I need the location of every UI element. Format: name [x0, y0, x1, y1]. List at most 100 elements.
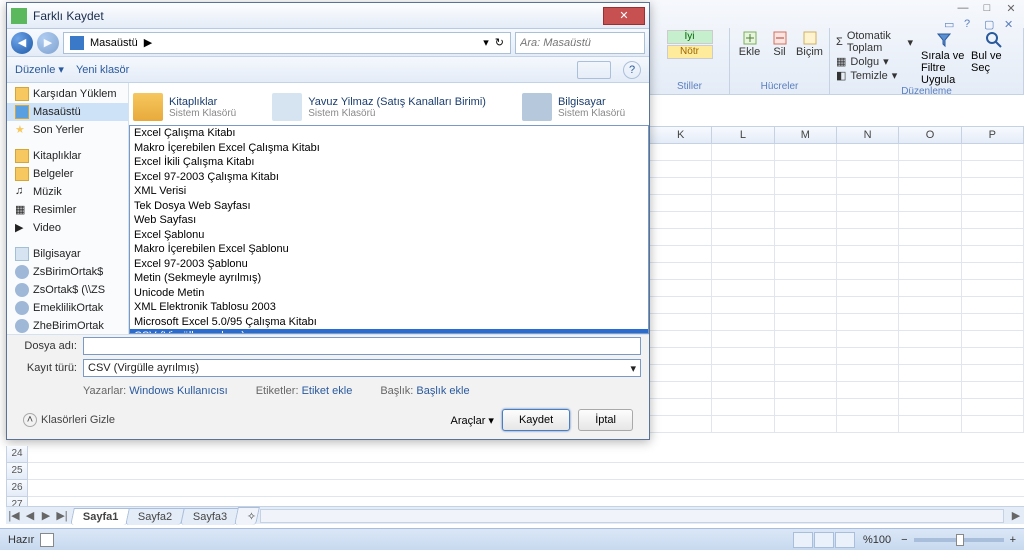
dialog-titlebar[interactable]: Farklı Kaydet ✕ — [7, 3, 649, 29]
tab-scroll-first[interactable]: |◀ — [6, 508, 22, 524]
horizontal-scrollbar[interactable] — [260, 509, 1004, 523]
dialog-bottom-panel: Dosya adı: Kayıt türü: CSV (Virgülle ayr… — [7, 334, 649, 439]
tab-scroll-next[interactable]: ▶ — [38, 508, 54, 524]
search-input[interactable] — [515, 32, 645, 54]
sidebar-item-downloads[interactable]: Karşıdan Yüklem — [7, 85, 128, 103]
view-normal-button[interactable] — [793, 532, 813, 548]
col-O[interactable]: O — [899, 127, 961, 143]
col-L[interactable]: L — [712, 127, 774, 143]
cat-libraries[interactable]: KitaplıklarSistem Klasörü — [133, 89, 236, 125]
filetype-select[interactable]: CSV (Virgülle ayrılmış)▾ — [83, 359, 641, 377]
sort-filter-button[interactable]: Sırala ve Filtre Uygula — [921, 30, 967, 86]
tab-scroll-prev[interactable]: ◀ — [22, 508, 38, 524]
file-type-option[interactable]: Tek Dosya Web Sayfası — [130, 199, 648, 214]
tags-link[interactable]: Etiket ekle — [302, 385, 353, 397]
sidebar-drive[interactable]: ZsOrtak$ (\\ZS — [7, 281, 128, 299]
nav-forward-button[interactable]: ▶ — [37, 32, 59, 54]
cat-user[interactable]: Yavuz Yilmaz (Satış Kanalları Birimi)Sis… — [272, 89, 486, 125]
col-K[interactable]: K — [650, 127, 712, 143]
worksheet-grid[interactable] — [650, 144, 1024, 446]
new-folder-button[interactable]: Yeni klasör — [76, 64, 129, 76]
file-type-dropdown-list[interactable]: Excel Çalışma KitabıMakro İçerebilen Exc… — [129, 125, 649, 334]
find-select-button[interactable]: Bul ve Seç — [971, 30, 1017, 86]
delete-cells-button[interactable]: Sil — [766, 30, 794, 58]
file-type-option[interactable]: Excel 97-2003 Şablonu — [130, 257, 648, 272]
nav-back-button[interactable]: ◀ — [11, 32, 33, 54]
column-headers: K L M N O P — [650, 126, 1024, 144]
sidebar-drive[interactable]: ZsBirimOrtak$ — [7, 263, 128, 281]
sidebar-heading-libraries[interactable]: Kitaplıklar — [7, 147, 128, 165]
view-options-button[interactable] — [577, 61, 611, 79]
breadcrumb[interactable]: Masaüstü ▶ ▾ ↻ — [63, 32, 511, 54]
file-type-option[interactable]: Metin (Sekmeyle ayrılmış) — [130, 271, 648, 286]
insert-cells-button[interactable]: Ekle — [736, 30, 764, 58]
view-page-break-button[interactable] — [835, 532, 855, 548]
zoom-in-button[interactable]: + — [1010, 534, 1016, 546]
sidebar-item-music[interactable]: ♫Müzik — [7, 183, 128, 201]
file-type-option[interactable]: Makro İçerebilen Excel Çalışma Kitabı — [130, 141, 648, 156]
organize-menu[interactable]: Düzenle ▾ — [15, 63, 64, 76]
refresh-icon[interactable]: ↻ — [495, 36, 504, 49]
file-type-option[interactable]: XML Elektronik Tablosu 2003 — [130, 300, 648, 315]
breadcrumb-dropdown-icon[interactable]: ▾ — [483, 36, 489, 49]
sidebar-drive[interactable]: ZheBirimOrtak — [7, 317, 128, 334]
row-header[interactable]: 24 — [6, 446, 28, 463]
minimize-button[interactable]: — — [954, 2, 972, 14]
file-type-option[interactable]: Excel 97-2003 Çalışma Kitabı — [130, 170, 648, 185]
network-drive-icon — [15, 265, 29, 279]
file-type-option[interactable]: Excel Şablonu — [130, 228, 648, 243]
zoom-slider[interactable] — [914, 538, 1004, 542]
sidebar-item-pictures[interactable]: ▦Resimler — [7, 201, 128, 219]
file-type-option[interactable]: Microsoft Excel 5.0/95 Çalışma Kitabı — [130, 315, 648, 330]
format-cells-button[interactable]: Biçim — [796, 30, 824, 58]
style-good[interactable]: İyi — [667, 30, 713, 44]
macro-record-icon[interactable] — [40, 533, 54, 547]
autosum-button[interactable]: ΣOtomatik Toplam ▾ — [836, 30, 913, 54]
filename-input[interactable] — [83, 337, 641, 355]
style-neutral[interactable]: Nötr — [667, 45, 713, 59]
zoom-out-button[interactable]: − — [901, 534, 907, 546]
scroll-right-button[interactable]: ▶ — [1008, 508, 1024, 524]
col-M[interactable]: M — [775, 127, 837, 143]
col-N[interactable]: N — [837, 127, 899, 143]
file-type-option[interactable]: Web Sayfası — [130, 213, 648, 228]
file-type-option[interactable]: Unicode Metin — [130, 286, 648, 301]
col-P[interactable]: P — [962, 127, 1024, 143]
clear-button[interactable]: ◧Temizle ▾ — [836, 69, 913, 82]
restore-button[interactable]: □ — [978, 2, 996, 14]
tab-scroll-last[interactable]: ▶| — [54, 508, 70, 524]
file-type-option[interactable]: CSV (Virgülle ayrılmış) — [130, 329, 648, 334]
file-type-option[interactable]: Excel İkili Çalışma Kitabı — [130, 155, 648, 170]
file-type-option[interactable]: XML Verisi — [130, 184, 648, 199]
save-button[interactable]: Kaydet — [502, 409, 570, 431]
dialog-main-pane: KitaplıklarSistem Klasörü Yavuz Yilmaz (… — [129, 83, 649, 334]
help-button[interactable]: ? — [623, 61, 641, 79]
tab-new-sheet[interactable]: ✧ — [234, 507, 260, 525]
tab-sheet2[interactable]: Sayfa2 — [126, 508, 186, 525]
sidebar-drive[interactable]: EmeklilikOrtak — [7, 299, 128, 317]
zoom-level[interactable]: %100 — [863, 534, 891, 546]
dialog-close-button[interactable]: ✕ — [603, 7, 645, 25]
sidebar-heading-computer[interactable]: Bilgisayar — [7, 245, 128, 263]
authors-link[interactable]: Windows Kullanıcısı — [129, 385, 227, 397]
sidebar-item-videos[interactable]: ▶Video — [7, 219, 128, 237]
view-page-layout-button[interactable] — [814, 532, 834, 548]
chevron-right-icon[interactable]: ▶ — [144, 36, 152, 49]
tab-sheet3[interactable]: Sayfa3 — [180, 508, 240, 525]
fill-button[interactable]: ▦Dolgu ▾ — [836, 55, 913, 68]
close-button[interactable]: ✕ — [1002, 2, 1020, 14]
cell-styles-gallery[interactable]: İyi Nötr — [667, 30, 713, 59]
file-type-option[interactable]: Makro İçerebilen Excel Şablonu — [130, 242, 648, 257]
tab-sheet1[interactable]: Sayfa1 — [70, 508, 131, 525]
row-header[interactable]: 25 — [6, 463, 28, 480]
file-type-option[interactable]: Excel Çalışma Kitabı — [130, 126, 648, 141]
sidebar-item-desktop[interactable]: Masaüstü — [7, 103, 128, 121]
title-link[interactable]: Başlık ekle — [416, 385, 469, 397]
cancel-button[interactable]: İptal — [578, 409, 633, 431]
cat-computer[interactable]: BilgisayarSistem Klasörü — [522, 89, 625, 125]
tools-menu[interactable]: Araçlar ▾ — [451, 414, 494, 427]
sidebar-item-documents[interactable]: Belgeler — [7, 165, 128, 183]
hide-folders-toggle[interactable]: ˄Klasörleri Gizle — [23, 413, 115, 427]
row-header[interactable]: 26 — [6, 480, 28, 497]
sidebar-item-recent[interactable]: ★Son Yerler — [7, 121, 128, 139]
